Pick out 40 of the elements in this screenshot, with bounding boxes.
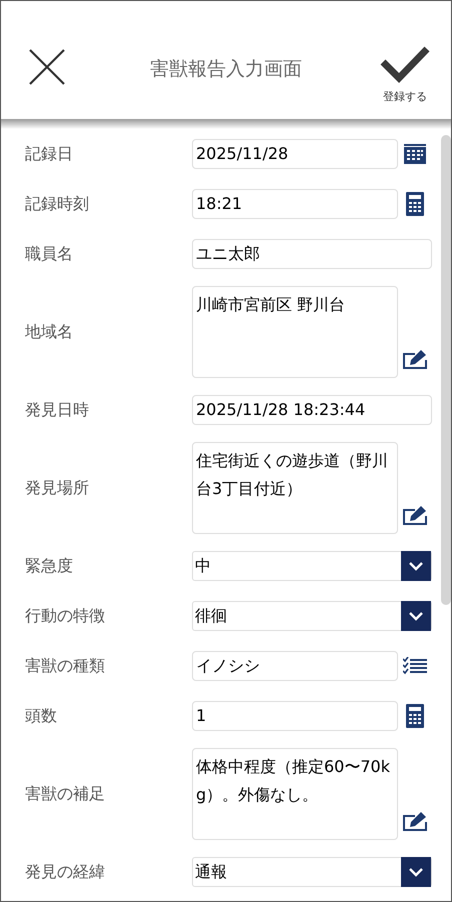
save-button[interactable]: 登録する xyxy=(377,45,433,106)
edit-icon[interactable] xyxy=(402,505,428,525)
text-area[interactable]: 体格中程度（推定60〜70kg）。外傷なし。 xyxy=(192,748,398,840)
calendar-icon[interactable] xyxy=(404,144,426,164)
chevron-down-icon xyxy=(409,562,423,570)
field-label: 職員名 xyxy=(25,243,74,265)
field-label: 緊急度 xyxy=(25,555,74,577)
scrollbar-thumb[interactable] xyxy=(441,135,451,605)
field-label: 害獣の補足 xyxy=(25,783,106,805)
input-field[interactable]: ユニ太郎 xyxy=(192,239,432,269)
field-label: 記録時刻 xyxy=(25,193,90,215)
checklist-icon[interactable] xyxy=(403,657,427,675)
select-field[interactable]: 通報 xyxy=(192,857,432,887)
text-area[interactable]: 川崎市宮前区 野川台 xyxy=(192,286,398,378)
chevron-down-icon xyxy=(409,868,423,876)
select-field[interactable]: 徘徊 xyxy=(192,601,432,631)
close-icon xyxy=(28,48,66,86)
select-field[interactable]: 中 xyxy=(192,551,432,581)
field-label: 発見場所 xyxy=(25,477,90,499)
input-field[interactable]: イノシシ xyxy=(192,651,398,681)
input-field[interactable]: 1 xyxy=(192,701,398,731)
input-field[interactable]: 2025/11/28 xyxy=(192,139,398,169)
field-label: 発見日時 xyxy=(25,399,90,421)
edit-icon[interactable] xyxy=(402,811,428,831)
close-button[interactable] xyxy=(27,47,67,87)
input-field[interactable]: 18:21 xyxy=(192,189,398,219)
calculator-icon[interactable] xyxy=(406,192,424,216)
screen-title: 害獣報告入力画面 xyxy=(149,57,303,82)
field-label: 行動の特徴 xyxy=(25,605,106,627)
field-label: 発見の経緯 xyxy=(25,861,106,883)
calculator-icon[interactable] xyxy=(406,704,424,728)
field-label: 害獣の種類 xyxy=(25,655,106,677)
chevron-down-icon xyxy=(409,612,423,620)
check-icon xyxy=(380,45,430,85)
text-area[interactable]: 住宅街近くの遊歩道（野川台3丁目付近） xyxy=(192,442,398,534)
field-label: 記録日 xyxy=(25,143,74,165)
edit-icon[interactable] xyxy=(402,349,428,369)
field-label: 頭数 xyxy=(25,705,58,727)
field-label: 地域名 xyxy=(25,321,74,343)
input-field[interactable]: 2025/11/28 18:23:44 xyxy=(192,395,432,425)
